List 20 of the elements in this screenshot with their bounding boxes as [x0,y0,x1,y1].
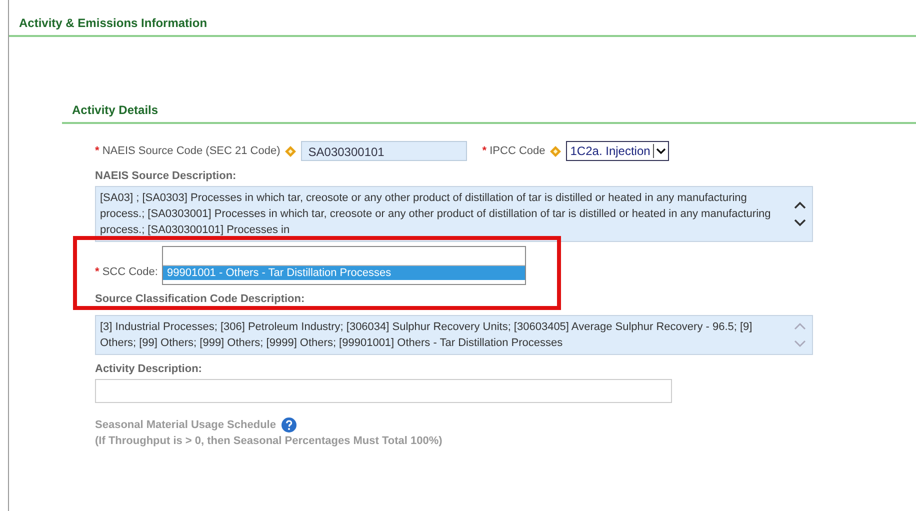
text-area[interactable]: [SA03] ; [SA0303] Processes in which tar, creosote or any other product of distillation of tar is distilled or heated in any manufacturing process.; [SA0303001] Processes in which tar, creosote or any other product of distillation of tar is distilled or heated in any manufacturing process.; [SA030300101] Processes in [95,186,813,242]
dropdown[interactable]: 1C2a. Injection [566,141,670,161]
field-label: * SCC Code: [95,266,158,278]
field-label: * IPCC Code [482,145,546,157]
subsection-title: Activity Details [72,103,158,117]
input-field[interactable] [95,379,672,403]
field-label: NAEIS Source Description: [95,170,238,182]
section-title: Activity & Emissions Information [19,16,208,30]
diamond-icon[interactable] [550,146,562,156]
help-icon[interactable] [280,417,297,433]
field-label: Source Classification Code Description: [95,293,306,305]
diamond-icon[interactable] [285,146,296,156]
input-field[interactable]: SA030300101 [301,141,468,161]
schedule-note: (If Throughput is > 0, then Seasonal Percentages Must Total 100%) [95,435,444,447]
scroll-up-icon[interactable] [794,201,806,209]
scroll-down-icon[interactable] [794,219,806,227]
caret-icon[interactable] [653,144,668,158]
field-label: Activity Description: [95,363,203,375]
field-label: * NAEIS Source Code (SEC 21 Code) [95,145,280,157]
schedule-title: Seasonal Material Usage Schedule [95,419,276,431]
